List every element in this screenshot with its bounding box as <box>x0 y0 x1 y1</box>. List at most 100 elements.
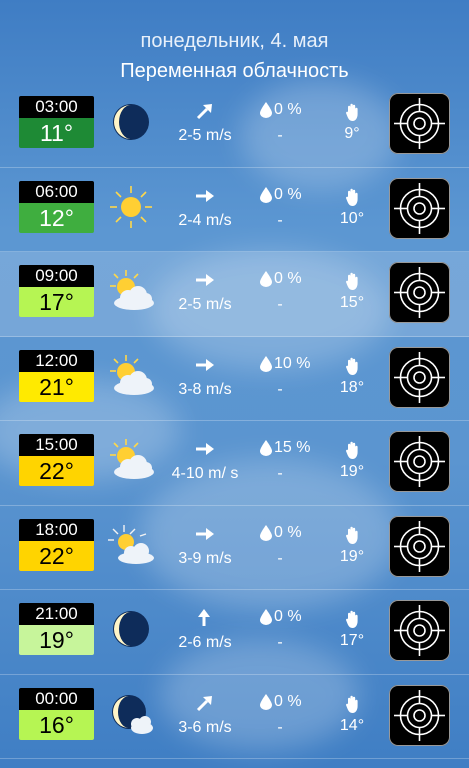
sun-icon <box>104 184 158 230</box>
sun-cloud-icon <box>104 353 158 399</box>
temperature-label: 22° <box>19 540 94 571</box>
target-button[interactable] <box>389 515 450 577</box>
temperature-label: 16° <box>19 709 94 740</box>
precipitation-amount: - <box>277 718 283 736</box>
feels-like-label: 18° <box>339 378 365 396</box>
target-button[interactable] <box>389 684 450 746</box>
wind-speed-label: 2-6 m/s <box>178 634 232 651</box>
time-temp-box: 03:00 11° <box>19 96 94 148</box>
hourly-forecast-list: 03:00 11° 2-5 m/s 0 % - 9° 06:00 12° 2-4… <box>0 83 469 759</box>
crosshair-icon <box>389 267 450 327</box>
crosshair-icon <box>389 182 450 243</box>
feels-like-label: 19° <box>339 547 365 565</box>
temperature-label: 21° <box>19 371 94 402</box>
time-label: 09:00 <box>19 265 94 287</box>
forecast-row[interactable]: 09:00 17° 2-5 m/s 0 % - 15° <box>0 252 469 337</box>
hand-icon <box>343 440 363 460</box>
feels-like-label: 17° <box>339 632 365 649</box>
crosshair-icon <box>389 520 450 581</box>
precipitation-chance: 0 % <box>254 101 314 121</box>
temperature-label: 19° <box>19 625 94 655</box>
crosshair-icon <box>389 351 450 412</box>
time-temp-box: 00:00 16° <box>19 687 94 740</box>
forecast-row[interactable]: 18:00 22° 3-9 m/s 0 % - 19° <box>0 506 469 590</box>
crosshair-icon <box>389 605 450 665</box>
crosshair-icon <box>389 436 450 496</box>
time-label: 21:00 <box>19 603 94 625</box>
forecast-row[interactable]: 06:00 12° 2-4 m/s 0 % - 10° <box>0 168 469 252</box>
precipitation-chance: 15 % <box>254 439 314 459</box>
moon-cloud-icon <box>104 691 158 737</box>
forecast-row[interactable]: 15:00 22° 4-10 m/ s 15 % - 19° <box>0 421 469 506</box>
sun-cloud-icon <box>104 268 158 314</box>
forecast-row[interactable]: 00:00 16° 3-6 m/s 0 % - 14° <box>0 675 469 759</box>
east-arrow-icon <box>190 439 218 459</box>
wind-speed-label: 3-8 m/s <box>178 380 232 398</box>
temperature-label: 11° <box>19 118 94 148</box>
raindrop-icon <box>260 102 272 118</box>
east-arrow-icon <box>190 524 218 544</box>
target-button[interactable] <box>389 431 450 492</box>
target-button[interactable] <box>389 600 450 661</box>
feels-like-label: 10° <box>339 209 365 227</box>
precipitation-percent: 15 % <box>274 439 311 456</box>
condition-label: Переменная облачность <box>120 60 349 82</box>
precipitation-chance: 0 % <box>254 608 314 628</box>
northeast-arrow-icon <box>190 693 218 713</box>
feels-like-label: 19° <box>339 463 365 480</box>
raindrop-icon <box>260 693 272 710</box>
temperature-label: 17° <box>19 287 94 317</box>
hand-icon <box>343 102 363 122</box>
hand-icon <box>343 187 363 207</box>
precipitation-percent: 0 % <box>274 185 302 203</box>
time-temp-box: 15:00 22° <box>19 434 94 486</box>
wind-speed-label: 3-6 m/s <box>178 718 232 736</box>
wind-speed-label: 2-5 m/s <box>178 127 232 144</box>
hand-icon <box>343 356 363 376</box>
time-label: 12:00 <box>19 349 94 372</box>
time-label: 15:00 <box>19 434 94 456</box>
feels-like-label: 15° <box>339 294 365 311</box>
time-temp-box: 12:00 21° <box>19 349 94 402</box>
target-button[interactable] <box>389 177 450 239</box>
forecast-row[interactable]: 21:00 19° 2-6 m/s 0 % - 17° <box>0 590 469 675</box>
north-arrow-icon <box>190 608 218 628</box>
precipitation-percent: 0 % <box>274 270 302 287</box>
hand-icon <box>343 694 363 714</box>
precipitation-chance: 0 % <box>254 270 314 290</box>
precipitation-chance: 10 % <box>254 355 314 375</box>
date-label: понедельник, 4. мая <box>140 30 329 52</box>
raindrop-icon <box>260 524 272 541</box>
precipitation-amount: - <box>277 127 283 144</box>
sun-cloud-icon <box>104 437 158 483</box>
time-label: 03:00 <box>19 96 94 118</box>
precipitation-amount: - <box>277 296 283 313</box>
precipitation-amount: - <box>277 380 283 398</box>
forecast-row[interactable]: 12:00 21° 3-8 m/s 10 % - 18° <box>0 337 469 421</box>
wind-speed-label: 3-9 m/s <box>178 549 232 567</box>
target-button[interactable] <box>389 93 450 154</box>
precipitation-percent: 0 % <box>274 101 302 118</box>
time-label: 06:00 <box>19 180 94 203</box>
forecast-header: понедельник, 4. мая Переменная облачност… <box>0 0 469 90</box>
feels-like-label: 14° <box>339 716 365 734</box>
hand-icon <box>343 525 363 545</box>
precipitation-percent: 0 % <box>274 608 302 625</box>
moon-icon <box>104 606 158 652</box>
east-arrow-icon <box>190 270 218 290</box>
target-button[interactable] <box>389 262 450 323</box>
east-arrow-icon <box>190 186 218 206</box>
time-temp-box: 09:00 17° <box>19 265 94 317</box>
precipitation-amount: - <box>277 465 283 482</box>
precipitation-percent: 0 % <box>274 692 302 710</box>
hand-icon <box>343 609 363 629</box>
feels-like-label: 9° <box>344 125 360 142</box>
precipitation-chance: 0 % <box>254 693 314 713</box>
target-button[interactable] <box>389 346 450 408</box>
temperature-label: 12° <box>19 202 94 233</box>
time-temp-box: 21:00 19° <box>19 603 94 655</box>
time-label: 18:00 <box>19 518 94 541</box>
precipitation-percent: 0 % <box>274 523 302 541</box>
precipitation-amount: - <box>277 634 283 651</box>
forecast-row[interactable]: 03:00 11° 2-5 m/s 0 % - 9° <box>0 83 469 168</box>
